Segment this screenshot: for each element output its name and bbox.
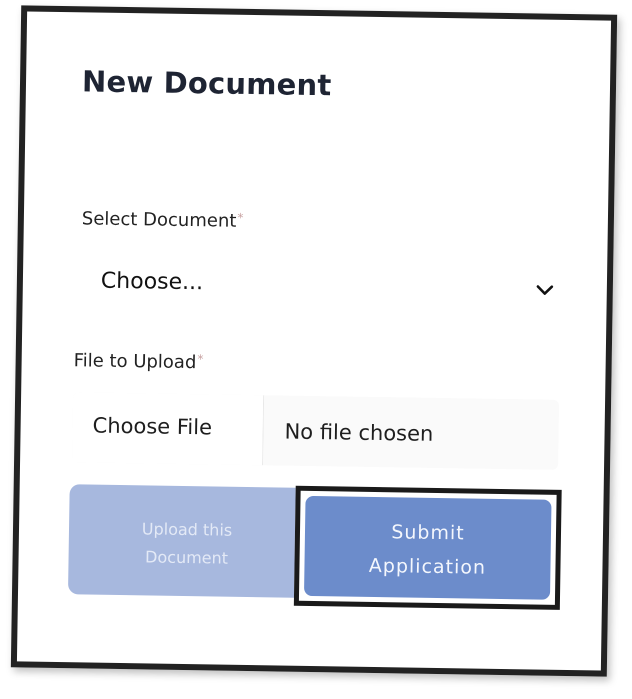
select-document-label: Select Document* <box>82 208 244 232</box>
file-to-upload-label: File to Upload* <box>73 350 203 373</box>
new-document-card: New Document Select Document* Choose... … <box>10 5 618 677</box>
submit-button-label-line1: Submit <box>391 521 465 545</box>
file-status-text: No file chosen <box>284 419 434 446</box>
required-asterisk: * <box>237 210 244 225</box>
submit-button-label-line2: Application <box>368 554 487 579</box>
choose-file-label: Choose File <box>92 413 213 440</box>
upload-button-label-line1: Upload this <box>141 519 233 540</box>
file-input: Choose File No file chosen <box>72 392 560 470</box>
page-title: New Document <box>81 64 332 103</box>
select-document-label-text: Select Document <box>81 208 237 232</box>
upload-button-label-line2: Document <box>144 547 229 568</box>
chevron-down-icon <box>536 285 554 295</box>
required-asterisk: * <box>197 352 204 367</box>
file-to-upload-label-text: File to Upload <box>73 350 197 374</box>
upload-document-button[interactable]: Upload this Document <box>67 484 306 598</box>
choose-file-button[interactable]: Choose File <box>72 392 265 466</box>
submit-application-button[interactable]: Submit Application <box>303 495 552 600</box>
select-value: Choose... <box>100 268 204 296</box>
document-type-select[interactable]: Choose... <box>82 256 564 314</box>
page-background: New Document Select Document* Choose... … <box>0 0 632 699</box>
